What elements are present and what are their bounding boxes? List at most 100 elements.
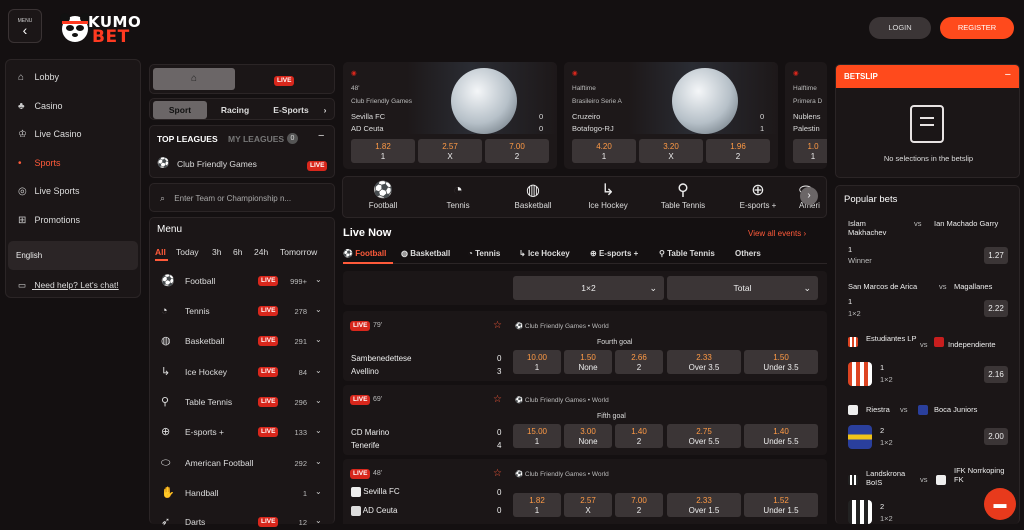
odd-button[interactable]: 1.40 Under 5.5 (744, 424, 818, 448)
tab-top-leagues[interactable]: TOP LEAGUES (157, 134, 218, 144)
odd-button[interactable]: 2.57 X (564, 493, 612, 517)
odd-button[interactable]: 2.33 Over 3.5 (667, 350, 741, 374)
basketball-icon: ◍ (401, 249, 408, 258)
market-select-total[interactable]: Total ⌄ (667, 276, 818, 300)
tab-live-table-tennis[interactable]: ⚲ Table Tennis (659, 249, 715, 258)
tab-sport[interactable]: Sport (153, 101, 207, 119)
featured-event-card[interactable]: ◉ Halftime Brasileiro Serie A Cruzeiro B… (564, 62, 778, 169)
menu-sport-american-football[interactable]: ⬭ American Football 292 ⌄ (158, 457, 328, 471)
odd-button[interactable]: 1.52 Under 1.5 (744, 493, 818, 517)
collapse-icon[interactable]: − (318, 130, 324, 142)
tab-live-ice-hockey[interactable]: ↳ Ice Hockey (519, 249, 570, 258)
period-today[interactable]: Today (176, 247, 199, 257)
search-input[interactable]: ⌕ Enter Team or Championship n... (149, 183, 335, 212)
prematch-home-button[interactable]: ⌂ (153, 68, 235, 90)
sidebar-item-live-casino[interactable]: ♔ Live Casino (18, 129, 82, 143)
tab-racing[interactable]: Racing (212, 101, 258, 119)
odd-button[interactable]: 7.00 2 (615, 493, 663, 517)
team-jersey-icon (848, 362, 872, 386)
period-6h[interactable]: 6h (233, 247, 242, 257)
tab-live-esports[interactable]: ⊕ E-sports + (590, 249, 638, 258)
register-button[interactable]: REGISTER (940, 17, 1014, 39)
carousel-sport-ice-hockey[interactable]: ↳ Ice Hockey (583, 181, 633, 210)
sidebar-item-lobby[interactable]: ⌂ Lobby (18, 72, 59, 86)
odd-button[interactable]: 3.20 X (639, 139, 703, 163)
favorite-star-icon[interactable]: ☆ (493, 394, 502, 405)
carousel-sport-table-tennis[interactable]: ⚲ Table Tennis (655, 181, 711, 210)
tab-live-football[interactable]: ⚽ Football (343, 249, 386, 258)
away-team: Botafogo-RJ (572, 124, 614, 133)
period-24h[interactable]: 24h (254, 247, 268, 257)
live-event-row[interactable]: LIVE 79' ☆ ⚽ Club Friendly Games • World… (343, 311, 827, 381)
carousel-sport-basketball[interactable]: ◍ Basketball (508, 181, 558, 210)
featured-event-card[interactable]: ◉ Halftime Primera D Nublens Palestin 1.… (785, 62, 827, 169)
favorite-star-icon[interactable]: ☆ (493, 320, 502, 331)
odd-button[interactable]: 4.20 1 (572, 139, 636, 163)
odd-button[interactable]: 1.82 1 (351, 139, 415, 163)
menu-sport-ice-hockey[interactable]: ↳ Ice Hockey LIVE 84 ⌄ (158, 366, 328, 380)
odd-button[interactable]: 7.00 2 (485, 139, 549, 163)
login-button[interactable]: LOGIN (869, 17, 931, 39)
odd-button[interactable]: 15.00 1 (513, 424, 561, 448)
tab-live-basketball[interactable]: ◍ Basketball (401, 249, 450, 258)
popular-odd-button[interactable]: 1.27 (984, 247, 1008, 264)
live-event-row[interactable]: LIVE 69' ☆ ⚽ Club Friendly Games • World… (343, 385, 827, 455)
view-all-events-link[interactable]: View all events › (748, 229, 806, 238)
odd-button[interactable]: 2.57 X (418, 139, 482, 163)
featured-event-card[interactable]: ◉ 48' Club Friendly Games Sevilla FC AD … (343, 62, 557, 169)
live-chat-button[interactable]: ▬ (984, 488, 1016, 520)
odd-button[interactable]: 2.33 Over 1.5 (667, 493, 741, 517)
odd-button[interactable]: 1.0 1 (793, 139, 827, 163)
minimize-icon[interactable]: − (1005, 69, 1011, 81)
popular-odd-button[interactable]: 2.16 (984, 366, 1008, 383)
carousel-next-button[interactable]: › (800, 187, 818, 205)
home-icon: ⌂ (18, 72, 25, 83)
betslip-header[interactable]: BETSLIP (836, 65, 1019, 88)
league-item-label[interactable]: Club Friendly Games (177, 159, 257, 169)
language-selector[interactable]: English (8, 241, 138, 270)
menu-sport-table-tennis[interactable]: ⚲ Table Tennis LIVE 296 ⌄ (158, 396, 328, 410)
menu-sport-esports[interactable]: ⊕ E-sports + LIVE 133 ⌄ (158, 426, 328, 440)
help-chat-link[interactable]: ▭ Need help? Let's chat! (18, 280, 119, 291)
odd-button[interactable]: 1.96 2 (706, 139, 770, 163)
event-minute: 79' (373, 322, 383, 329)
sidebar-item-casino[interactable]: ♣ Casino (18, 101, 63, 115)
odd-button[interactable]: 1.50 Under 3.5 (744, 350, 818, 374)
prematch-live-switch: ⌂ LIVE (149, 64, 335, 94)
sidebar-item-live-sports[interactable]: ◎ Live Sports (18, 186, 80, 200)
carousel-sport-esports[interactable]: ⊕ E-sports + (735, 181, 781, 210)
live-event-row[interactable]: LIVE 48' ☆ ⚽ Club Friendly Games • World… (343, 459, 827, 524)
period-tomorrow[interactable]: Tomorrow (280, 247, 317, 257)
odd-button[interactable]: 3.00 None (564, 424, 612, 448)
sidebar-item-sports[interactable]: • Sports (18, 158, 61, 172)
period-3h[interactable]: 3h (212, 247, 221, 257)
market-select-1x2[interactable]: 1×2 ⌄ (513, 276, 664, 300)
tab-esports[interactable]: E-Sports (268, 101, 314, 119)
tab-live-others[interactable]: Others (735, 249, 761, 258)
menu-sport-handball[interactable]: ✋ Handball 1 ⌄ (158, 487, 328, 501)
chevron-right-icon[interactable]: › (318, 101, 332, 119)
carousel-sport-tennis[interactable]: ◔ Tennis (438, 181, 478, 210)
odd-button[interactable]: 2.66 2 (615, 350, 663, 374)
odd-button[interactable]: 1.40 2 (615, 424, 663, 448)
odd-button[interactable]: 1.82 1 (513, 493, 561, 517)
favorite-star-icon[interactable]: ☆ (493, 468, 502, 479)
away-team: AD Ceuta (351, 124, 384, 133)
menu-toggle-button[interactable]: MENU ‹ (8, 9, 42, 43)
odd-button[interactable]: 2.75 Over 5.5 (667, 424, 741, 448)
sidebar-item-promotions[interactable]: ⊞ Promotions (18, 215, 80, 229)
live-switch-button[interactable]: LIVE (274, 74, 295, 86)
menu-sport-tennis[interactable]: ◔ Tennis LIVE 278 ⌄ (158, 305, 328, 319)
tab-live-tennis[interactable]: ◔ Tennis (468, 249, 500, 258)
menu-sport-basketball[interactable]: ◍ Basketball LIVE 291 ⌄ (158, 335, 328, 349)
menu-sport-football[interactable]: ⚽ Football LIVE 999+ ⌄ (158, 275, 328, 289)
popular-odd-button[interactable]: 2.00 (984, 428, 1008, 445)
odd-button[interactable]: 1.50 None (564, 350, 612, 374)
popular-odd-button[interactable]: 2.22 (984, 300, 1008, 317)
logo[interactable]: KUMO BET (60, 12, 141, 47)
period-all[interactable]: All (155, 247, 166, 257)
carousel-sport-football[interactable]: ⚽ Football (363, 181, 403, 210)
odd-button[interactable]: 10.00 1 (513, 350, 561, 374)
tab-my-leagues[interactable]: MY LEAGUES (228, 134, 284, 144)
menu-sport-darts[interactable]: ➶ Darts LIVE 12 ⌄ (158, 516, 328, 530)
